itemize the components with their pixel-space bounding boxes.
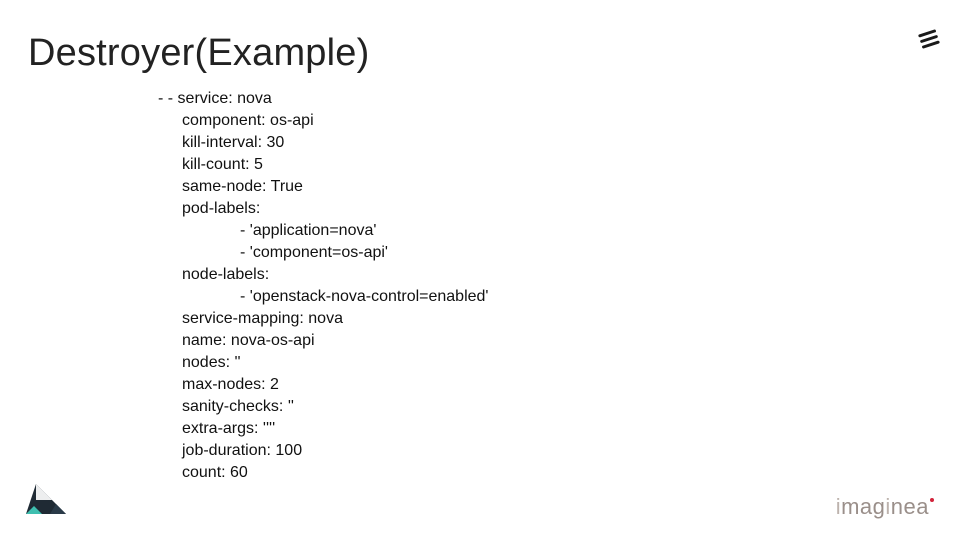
code-line: job-duration: 100 — [158, 440, 488, 462]
code-line: kill-count: 5 — [158, 154, 488, 176]
code-line: name: nova-os-api — [158, 330, 488, 352]
code-line: extra-args: '''' — [158, 418, 488, 440]
code-line: - - service: nova — [158, 88, 488, 110]
imaginea-brand-text: imaginea — [836, 494, 934, 520]
mountain-logo-icon — [22, 478, 78, 522]
code-line: sanity-checks: '' — [158, 396, 488, 418]
yaml-example-block: - - service: novacomponent: os-apikill-i… — [158, 88, 488, 484]
code-line: pod-labels: — [158, 198, 488, 220]
code-line: - 'component=os-api' — [158, 242, 488, 264]
page-title: Destroyer(Example) — [28, 32, 369, 75]
ericsson-stripes-icon — [918, 28, 940, 50]
code-line: node-labels: — [158, 264, 488, 286]
code-line: same-node: True — [158, 176, 488, 198]
code-line: service-mapping: nova — [158, 308, 488, 330]
code-line: - 'openstack-nova-control=enabled' — [158, 286, 488, 308]
code-line: component: os-api — [158, 110, 488, 132]
code-line: - 'application=nova' — [158, 220, 488, 242]
code-line: nodes: '' — [158, 352, 488, 374]
code-line: max-nodes: 2 — [158, 374, 488, 396]
code-line: count: 60 — [158, 462, 488, 484]
code-line: kill-interval: 30 — [158, 132, 488, 154]
brand-dot-icon — [930, 498, 934, 502]
